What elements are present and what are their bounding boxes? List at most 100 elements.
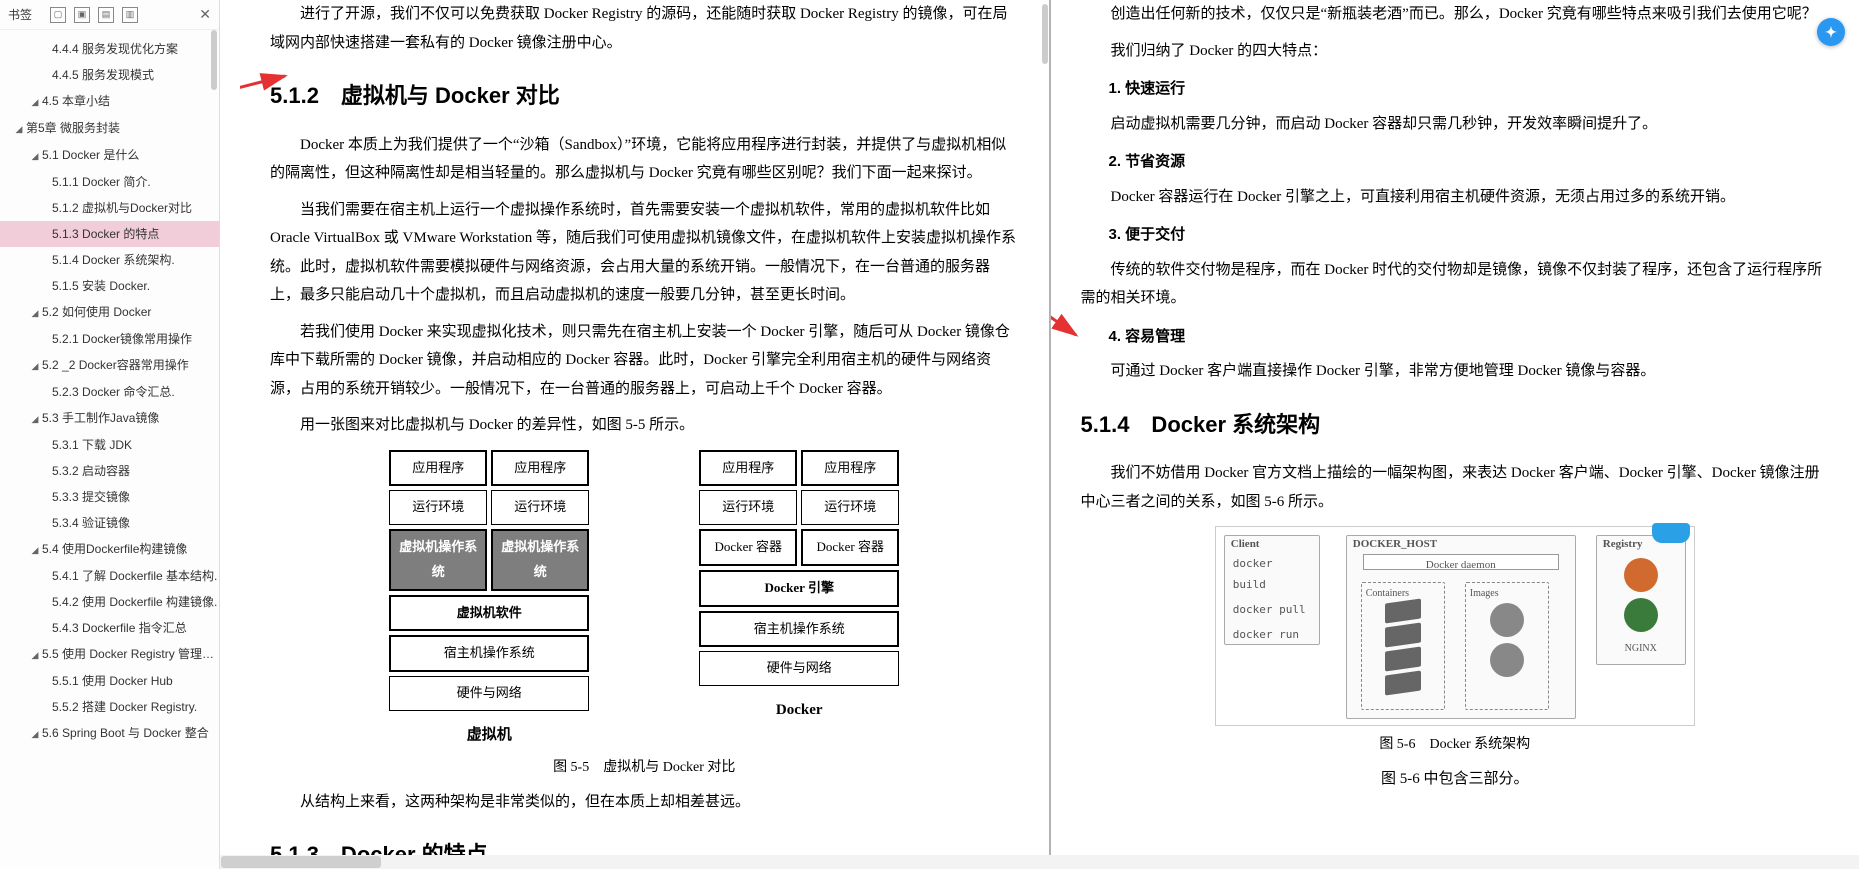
paragraph: 用一张图来对比虚拟机与 Docker 的差异性，如图 5-5 所示。 xyxy=(270,411,1019,440)
sidebar-scrollbar[interactable] xyxy=(211,30,217,90)
bookmarks-tree[interactable]: 4.4.4 服务发现优化方案4.4.5 服务发现模式◢4.5 本章小结◢第5章 … xyxy=(0,30,219,869)
cmd: docker run xyxy=(1233,625,1311,646)
toc-item[interactable]: 5.3.2 启动容器 xyxy=(0,458,219,484)
toc-item[interactable]: 5.3.4 验证镜像 xyxy=(0,510,219,536)
paragraph: 可通过 Docker 客户端直接操作 Docker 引擎，非常方便地管理 Doc… xyxy=(1081,357,1830,386)
paragraph: 我们不妨借用 Docker 官方文档上描绘的一幅架构图，来表达 Docker 客… xyxy=(1081,459,1830,516)
sidebar-title: 书签 xyxy=(8,6,32,23)
help-fab-button[interactable]: ✦ xyxy=(1817,18,1845,46)
collapse-toggle-icon[interactable]: ◢ xyxy=(30,642,40,668)
container-icon xyxy=(1385,671,1421,696)
paragraph: 创造出任何新的技术，仅仅只是“新瓶装老酒”而已。那么，Docker 究竟有哪些特… xyxy=(1081,0,1830,29)
page-scrollbar[interactable] xyxy=(1039,0,1049,869)
subheading: 4. 容易管理 xyxy=(1081,323,1830,352)
horizontal-scrollbar[interactable] xyxy=(220,855,1859,869)
toc-item-label: 5.4.1 了解 Dockerfile 基本结构. xyxy=(52,569,217,583)
sidebar-tool-2-icon[interactable]: ▣ xyxy=(74,7,90,23)
toc-item[interactable]: 5.3.1 下载 JDK xyxy=(0,432,219,458)
box: 运行环境 xyxy=(389,490,487,525)
toc-item[interactable]: 4.4.5 服务发现模式 xyxy=(0,62,219,88)
toc-item[interactable]: ◢5.1 Docker 是什么 xyxy=(0,142,219,169)
collapse-toggle-icon[interactable]: ◢ xyxy=(30,143,40,169)
registry-panel: Registry NGINX xyxy=(1596,535,1686,665)
toc-item-label: 5.1.4 Docker 系统架构. xyxy=(52,253,175,267)
box: 硬件与网络 xyxy=(699,651,899,686)
toc-item[interactable]: 5.3.3 提交镜像 xyxy=(0,484,219,510)
page-left: 进行了开源，我们不仅可以免费获取 Docker Registry 的源码，还能随… xyxy=(240,0,1051,869)
box: 虚拟机操作系统 xyxy=(491,529,589,590)
toc-item-label: 5.3.2 启动容器 xyxy=(52,464,130,478)
help-icon: ✦ xyxy=(1825,24,1837,41)
box: Docker 容器 xyxy=(699,529,797,566)
toc-item-label: 5.5.2 搭建 Docker Registry. xyxy=(52,700,197,714)
collapse-toggle-icon[interactable]: ◢ xyxy=(30,353,40,379)
image-icon xyxy=(1490,643,1524,677)
box: 应用程序 xyxy=(389,450,487,487)
box: Docker 引擎 xyxy=(699,570,899,607)
paragraph: Docker 容器运行在 Docker 引擎之上，可直接利用宿主机硬件资源，无须… xyxy=(1081,183,1830,212)
toc-item[interactable]: 5.5.1 使用 Docker Hub xyxy=(0,668,219,694)
collapse-toggle-icon[interactable]: ◢ xyxy=(14,116,24,142)
sidebar-tool-3-icon[interactable]: ▤ xyxy=(98,7,114,23)
box: 虚拟机软件 xyxy=(389,595,589,632)
toc-item-label: 5.6 Spring Boot 与 Docker 整合 xyxy=(42,726,209,740)
collapse-toggle-icon[interactable]: ◢ xyxy=(30,300,40,326)
paragraph: 启动虚拟机需要几分钟，而启动 Docker 容器却只需几秒钟，开发效率瞬间提升了… xyxy=(1081,110,1830,139)
figure-caption: 图 5-5 虚拟机与 Docker 对比 xyxy=(270,755,1019,782)
toc-item-label: 5.3 手工制作Java镜像 xyxy=(42,411,159,425)
containers-box: Containers xyxy=(1361,582,1445,710)
toc-item[interactable]: ◢第5章 微服务封装 xyxy=(0,115,219,142)
toc-item[interactable]: 5.1.3 Docker 的特点 xyxy=(0,221,219,247)
paragraph: 若我们使用 Docker 来实现虚拟化技术，则只需先在宿主机上安装一个 Dock… xyxy=(270,318,1019,404)
stack-label: Docker xyxy=(699,696,899,725)
toc-item[interactable]: 5.2.1 Docker镜像常用操作 xyxy=(0,326,219,352)
toc-item[interactable]: 5.4.2 使用 Dockerfile 构建镜像. xyxy=(0,589,219,615)
toc-item-label: 5.4 使用Dockerfile构建镜像 xyxy=(42,542,187,556)
paragraph: Docker 本质上为我们提供了一个“沙箱（Sandbox）”环境，它能将应用程… xyxy=(270,131,1019,188)
box: 运行环境 xyxy=(699,490,797,525)
close-icon[interactable]: ✕ xyxy=(199,6,211,23)
toc-item[interactable]: ◢5.2 如何使用 Docker xyxy=(0,299,219,326)
toc-item-label: 5.2.3 Docker 命令汇总. xyxy=(52,385,175,399)
sidebar-tool-4-icon[interactable]: ▥ xyxy=(122,7,138,23)
toc-item[interactable]: ◢5.3 手工制作Java镜像 xyxy=(0,405,219,432)
container-icon xyxy=(1385,599,1421,624)
paragraph: 图 5-6 中包含三部分。 xyxy=(1081,765,1830,794)
client-panel: Client docker build docker pull docker r… xyxy=(1224,535,1320,645)
toc-item[interactable]: 5.4.1 了解 Dockerfile 基本结构. xyxy=(0,563,219,589)
sidebar-tool-1-icon[interactable]: ▢ xyxy=(50,7,66,23)
toc-item[interactable]: ◢5.4 使用Dockerfile构建镜像 xyxy=(0,536,219,563)
toc-item[interactable]: 5.2.3 Docker 命令汇总. xyxy=(0,379,219,405)
toc-item-label: 5.3.4 验证镜像 xyxy=(52,516,130,530)
toc-item[interactable]: ◢5.6 Spring Boot 与 Docker 整合 xyxy=(0,720,219,747)
collapse-toggle-icon[interactable]: ◢ xyxy=(30,406,40,432)
collapse-toggle-icon[interactable]: ◢ xyxy=(30,721,40,747)
collapse-toggle-icon[interactable]: ◢ xyxy=(30,89,40,115)
toc-item[interactable]: 4.4.4 服务发现优化方案 xyxy=(0,36,219,62)
collapse-toggle-icon[interactable]: ◢ xyxy=(30,537,40,563)
toc-item[interactable]: 5.1.1 Docker 简介. xyxy=(0,169,219,195)
subheading: 2. 节省资源 xyxy=(1081,148,1830,177)
daemon-box: Docker daemon xyxy=(1363,554,1559,570)
toc-item[interactable]: 5.4.3 Dockerfile 指令汇总 xyxy=(0,615,219,641)
toc-item[interactable]: 5.1.5 安装 Docker. xyxy=(0,273,219,299)
paragraph: 传统的软件交付物是程序，而在 Docker 时代的交付物却是镜像，镜像不仅封装了… xyxy=(1081,256,1830,313)
box: 应用程序 xyxy=(699,450,797,487)
toc-item[interactable]: ◢4.5 本章小结 xyxy=(0,88,219,115)
stack-label: 虚拟机 xyxy=(389,721,589,750)
container-icon xyxy=(1385,647,1421,672)
paragraph: 我们归纳了 Docker 的四大特点： xyxy=(1081,37,1830,66)
toc-item[interactable]: ◢5.5 使用 Docker Registry 管理镜像 xyxy=(0,641,219,668)
toc-item[interactable]: 5.1.4 Docker 系统架构. xyxy=(0,247,219,273)
toc-item-label: 5.3.1 下载 JDK xyxy=(52,438,132,452)
box: 应用程序 xyxy=(491,450,589,487)
docker-stack: 应用程序应用程序 运行环境运行环境 Docker 容器Docker 容器 Doc… xyxy=(699,450,899,749)
toc-item[interactable]: 5.5.2 搭建 Docker Registry. xyxy=(0,694,219,720)
toc-item[interactable]: ◢5.2 _2 Docker容器常用操作 xyxy=(0,352,219,379)
heading-5-1-4: 5.1.4 Docker 系统架构 xyxy=(1081,404,1830,446)
toc-item-label: 5.4.2 使用 Dockerfile 构建镜像. xyxy=(52,595,217,609)
subheading: 3. 便于交付 xyxy=(1081,221,1830,250)
toc-item[interactable]: 5.1.2 虚拟机与Docker对比 xyxy=(0,195,219,221)
cmd: docker pull xyxy=(1233,600,1311,621)
sidebar-header: 书签 ▢ ▣ ▤ ▥ ✕ xyxy=(0,0,219,30)
